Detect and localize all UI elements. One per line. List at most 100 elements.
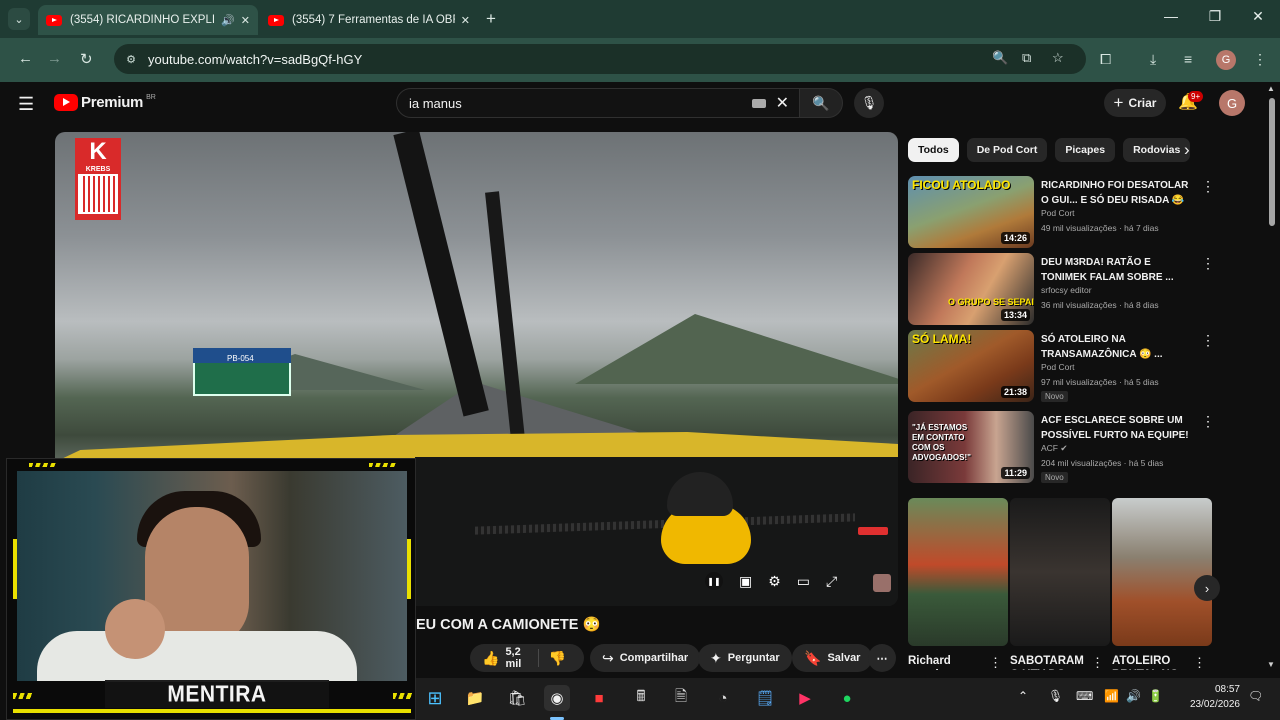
app-document-icon[interactable]: 🗎 bbox=[668, 685, 694, 711]
video-title[interactable]: DEU M3RDA! RATÃO E TONIMEK FALAM SOBRE .… bbox=[1041, 255, 1193, 285]
video-thumbnail[interactable]: FICOU ATOLADO 14:26 bbox=[908, 176, 1034, 248]
reload-icon[interactable]: ↻ bbox=[80, 50, 93, 68]
more-options-icon[interactable]: ⋮ bbox=[1201, 255, 1215, 272]
tray-overflow-chevron-icon[interactable]: ⌃ bbox=[1018, 689, 1028, 703]
video-title[interactable]: SÓ ATOLEIRO NA TRANSAMAZÔNICA 😳 ... bbox=[1041, 332, 1193, 362]
short-title[interactable]: ATOLEIRO BRUTAL NO... bbox=[1112, 654, 1192, 670]
search-input[interactable]: ia manus ✕ bbox=[396, 88, 800, 118]
spotify-icon[interactable]: ● bbox=[834, 685, 860, 711]
more-options-icon[interactable]: ⋮ bbox=[1201, 178, 1215, 195]
chip-picapes[interactable]: Picapes bbox=[1055, 138, 1116, 162]
chevron-right-icon[interactable]: › bbox=[1184, 140, 1190, 160]
voice-search-button[interactable]: 🎙 bbox=[854, 88, 884, 118]
video-title[interactable]: ACF ESCLARECE SOBRE UM POSSÍVEL FURTO NA… bbox=[1041, 413, 1193, 443]
cast-icon[interactable]: ⧉ bbox=[1022, 50, 1031, 66]
more-actions-button[interactable]: ⋯ bbox=[868, 644, 896, 672]
account-avatar[interactable]: G bbox=[1219, 90, 1245, 116]
zoom-icon[interactable]: 🔍 bbox=[992, 50, 1008, 66]
minimize-icon[interactable]: — bbox=[1156, 8, 1186, 24]
share-button[interactable]: ↪ Compartilhar bbox=[590, 644, 701, 672]
theater-mode-icon[interactable]: ▭ bbox=[797, 573, 810, 590]
site-info-icon[interactable]: ⚙ bbox=[122, 50, 140, 68]
more-options-icon[interactable]: ⋮ bbox=[1201, 332, 1215, 349]
more-options-icon[interactable]: ⋮ bbox=[1193, 655, 1206, 671]
app-chart-icon[interactable]: ◔ bbox=[710, 685, 736, 711]
like-count[interactable]: 5,2 mil bbox=[505, 646, 527, 670]
download-icon[interactable]: ⤓ bbox=[1150, 51, 1156, 68]
pause-icon[interactable]: ❚❚ bbox=[705, 572, 723, 590]
browser-tab-1[interactable]: (3554) RICARDINHO EXPLICA 🔊 ✕ bbox=[38, 5, 258, 35]
channel-name[interactable]: Pod Cort bbox=[1041, 208, 1075, 218]
forward-arrow-icon[interactable]: → bbox=[47, 50, 62, 67]
recommendation-item[interactable]: FICOU ATOLADO 14:26 RICARDINHO FOI DESAT… bbox=[908, 176, 1216, 250]
hamburger-menu-icon[interactable]: ☰ bbox=[18, 94, 34, 115]
wifi-icon[interactable]: 📶 bbox=[1104, 689, 1119, 703]
app-red-icon[interactable]: ■ bbox=[586, 685, 612, 711]
scroll-up-arrow-icon[interactable]: ▲ bbox=[1267, 84, 1275, 93]
channel-name[interactable]: Pod Cort bbox=[1041, 362, 1075, 372]
tab-search-chevron-icon[interactable]: ⌄ bbox=[8, 8, 30, 30]
back-arrow-icon[interactable]: ← bbox=[18, 50, 33, 67]
short-thumbnail[interactable] bbox=[1010, 498, 1110, 646]
keyboard-icon[interactable] bbox=[751, 98, 766, 108]
volume-icon[interactable]: 🔊 bbox=[1126, 689, 1141, 703]
page-scrollbar-thumb[interactable] bbox=[1269, 98, 1275, 226]
music-player-icon[interactable]: ▶ bbox=[792, 685, 818, 711]
channel-name[interactable]: srfocsy editor bbox=[1041, 285, 1092, 295]
short-title[interactable]: Richard mandou e... bbox=[908, 654, 988, 670]
taskbar-clock[interactable]: 08:57 23/02/2026 bbox=[1182, 682, 1240, 712]
recommendation-item[interactable]: SÓ LAMA! 21:38 SÓ ATOLEIRO NA TRANSAMAZÔ… bbox=[908, 330, 1216, 404]
tray-microphone-icon[interactable]: 🎙 bbox=[1048, 689, 1063, 703]
youtube-premium-logo[interactable]: Premium BR bbox=[54, 94, 156, 111]
calculator-icon[interactable]: 🖩 bbox=[628, 685, 654, 711]
settings-gear-icon[interactable]: ⚙ bbox=[768, 573, 781, 590]
scroll-down-arrow-icon[interactable]: ▼ bbox=[1267, 660, 1275, 669]
video-title[interactable]: RICARDINHO FOI DESATOLAR O GUI... E SÓ D… bbox=[1041, 178, 1193, 208]
browser-tab-2[interactable]: (3554) 7 Ferramentas de IA OBRIGATÓRIAS … bbox=[260, 5, 478, 35]
shorts-next-button[interactable]: › bbox=[1194, 575, 1220, 601]
more-options-icon[interactable]: ⋮ bbox=[989, 655, 1002, 671]
short-thumbnail[interactable] bbox=[1112, 498, 1212, 646]
thumbs-down-icon[interactable]: 👎 bbox=[549, 650, 566, 667]
thumbs-up-icon[interactable]: 👍 bbox=[482, 650, 499, 667]
new-tab-icon[interactable]: + bbox=[486, 9, 496, 29]
video-thumbnail[interactable]: SÓ LAMA! 21:38 bbox=[908, 330, 1034, 402]
save-button[interactable]: 🔖 Salvar bbox=[792, 644, 873, 672]
extensions-icon[interactable]: ⧠ bbox=[1100, 51, 1111, 68]
chip-todos[interactable]: Todos bbox=[908, 138, 959, 162]
chrome-icon[interactable]: ◉ bbox=[544, 685, 570, 711]
more-options-icon[interactable]: ⋮ bbox=[1091, 655, 1104, 671]
close-tab-icon[interactable]: ✕ bbox=[241, 14, 250, 27]
short-title[interactable]: SABOTARAM O UTV DO... bbox=[1010, 654, 1090, 670]
store-icon[interactable]: 🛍 bbox=[504, 685, 530, 711]
media-control-icon[interactable]: ≡ bbox=[1184, 51, 1192, 67]
browser-profile-avatar[interactable]: G bbox=[1216, 50, 1236, 70]
clear-search-icon[interactable]: ✕ bbox=[776, 93, 789, 113]
bookmark-star-icon[interactable]: ☆ bbox=[1052, 50, 1064, 66]
channel-name[interactable]: ACF ✔ bbox=[1041, 443, 1067, 454]
address-bar[interactable]: ⚙ youtube.com/watch?v=sadBgQf-hGY 🔍 ⧉ ☆ bbox=[114, 44, 1086, 74]
channel-watermark[interactable] bbox=[873, 574, 891, 592]
more-options-icon[interactable]: ⋮ bbox=[1201, 413, 1215, 430]
tray-keyboard-icon[interactable]: ⌨ bbox=[1076, 689, 1093, 703]
recommendation-item[interactable]: O GRUPO SE SEPAI 13:34 DEU M3RDA! RATÃO … bbox=[908, 253, 1216, 327]
miniplayer-icon[interactable]: ▣ bbox=[739, 573, 752, 590]
file-explorer-icon[interactable]: 📁 bbox=[462, 685, 488, 711]
close-tab-icon[interactable]: ✕ bbox=[461, 14, 470, 27]
chip-rodovias[interactable]: Rodovias bbox=[1123, 138, 1191, 162]
video-thumbnail[interactable]: "JÁ ESTAMOS EM CONTATO COM OS ADVOGADOS!… bbox=[908, 411, 1034, 483]
chip-de-pod-cort[interactable]: De Pod Cort bbox=[966, 138, 1048, 162]
notepad-icon[interactable]: 🗒 bbox=[752, 685, 778, 711]
browser-menu-icon[interactable]: ⋮ bbox=[1253, 51, 1267, 68]
ask-button[interactable]: ✦ Perguntar bbox=[698, 644, 792, 672]
fullscreen-icon[interactable]: ⤢ bbox=[826, 573, 837, 590]
close-window-icon[interactable]: ✕ bbox=[1243, 8, 1273, 25]
create-button[interactable]: + Criar bbox=[1104, 89, 1166, 117]
speaker-icon[interactable]: 🔊 bbox=[221, 14, 235, 27]
battery-icon[interactable]: 🔋 bbox=[1148, 689, 1163, 703]
windows-start-icon[interactable]: ⊞ bbox=[422, 685, 448, 711]
search-button[interactable]: 🔍 bbox=[799, 88, 843, 118]
notification-center-icon[interactable]: 🗨 bbox=[1248, 689, 1263, 703]
video-thumbnail[interactable]: O GRUPO SE SEPAI 13:34 bbox=[908, 253, 1034, 325]
short-thumbnail[interactable] bbox=[908, 498, 1008, 646]
